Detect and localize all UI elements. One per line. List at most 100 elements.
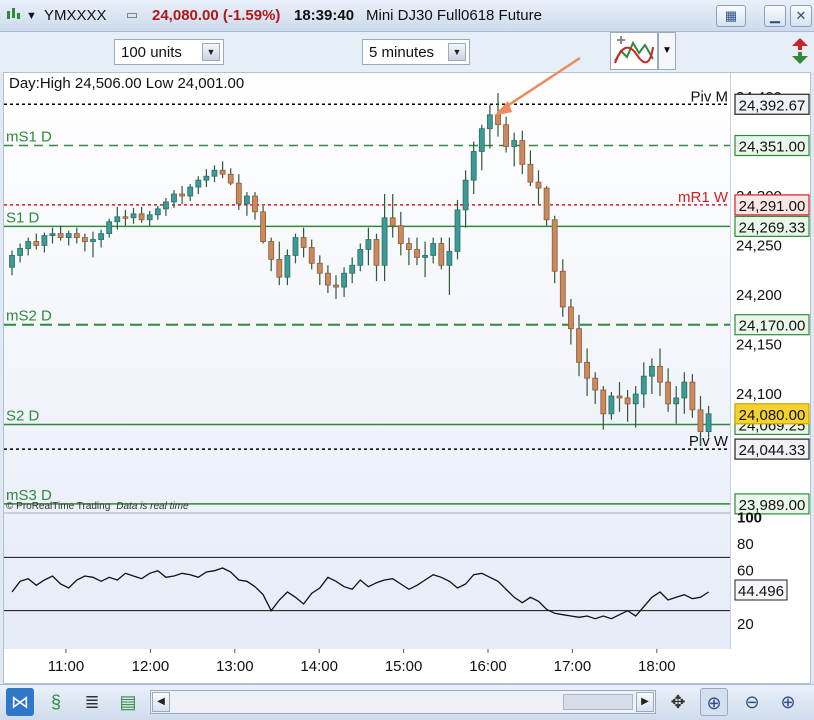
candle — [430, 237, 437, 264]
candle — [543, 186, 550, 226]
candle — [146, 210, 153, 226]
candle — [503, 116, 510, 153]
layers-icon[interactable]: ▤ — [114, 688, 142, 716]
candle — [300, 227, 307, 258]
share-icon[interactable]: ⋈ — [6, 688, 34, 716]
level-price-tag: 24,392.67 — [734, 93, 810, 115]
level-price-tag: 24,291.00 — [734, 194, 810, 216]
level-left-label: mS2 D — [6, 308, 52, 325]
candle — [341, 267, 348, 297]
level-left-label: mS1 D — [6, 129, 52, 146]
candle — [405, 237, 412, 266]
level-right-label: mR1 W — [678, 189, 729, 206]
candle — [600, 386, 607, 430]
y-tick-label: 24,200 — [736, 287, 782, 304]
scroll-right-arrow[interactable]: ▶ — [636, 692, 654, 712]
candle — [211, 165, 218, 183]
price-tags: 24,392.67 24,351.00 24,291.00 24,269.33 24,1… — [734, 93, 810, 515]
x-tick-label: 12:00 — [132, 658, 170, 675]
x-tick-label: 16:00 — [469, 658, 507, 675]
y-tick-label: 24,150 — [736, 337, 782, 354]
candle — [640, 362, 647, 408]
candle — [624, 390, 631, 422]
candle — [584, 348, 590, 396]
x-tick-label: 13:00 — [216, 658, 254, 675]
candle — [308, 239, 315, 270]
candle — [90, 231, 96, 258]
candle — [381, 194, 388, 282]
candle — [195, 176, 202, 195]
candle — [82, 233, 88, 252]
candle — [535, 170, 542, 204]
candle — [559, 259, 566, 317]
candle — [252, 192, 258, 220]
x-tick-label: 15:00 — [385, 658, 423, 675]
candle — [25, 237, 32, 256]
candle — [9, 250, 15, 276]
svg-text:24,044.33: 24,044.33 — [739, 442, 806, 459]
pivot-levels: Piv MmS1 DmR1 WS1 DmS2 DS2 DPiv WmS3 D — [4, 88, 730, 505]
x-tick-label: 11:00 — [48, 658, 84, 675]
candle — [203, 169, 210, 188]
candle — [122, 209, 129, 226]
time-scrollbar[interactable]: ◀ ▶ — [150, 690, 656, 714]
candle — [227, 168, 234, 186]
scroll-left-arrow[interactable]: ◀ — [152, 692, 170, 712]
candle — [187, 184, 194, 201]
svg-text:24,351.00: 24,351.00 — [739, 139, 806, 156]
candle — [511, 132, 518, 167]
candle — [98, 229, 104, 248]
candle — [470, 141, 477, 195]
bottom-toolbar: ⋈ § ≣ ▤ ◀ ▶ ✥ ⊕ ⊖ ⊕ — [0, 684, 814, 720]
candle — [462, 170, 469, 228]
candle — [154, 205, 161, 220]
candle — [632, 386, 639, 428]
price-chart[interactable]: Piv MmS1 DmR1 WS1 DmS2 DS2 DPiv WmS3 D 2… — [0, 0, 814, 720]
level-price-tag: 24,351.00 — [734, 134, 810, 157]
svg-text:24,170.00: 24,170.00 — [739, 318, 806, 335]
scroll-thumb[interactable] — [563, 694, 633, 710]
candle — [665, 368, 671, 412]
indicator-tick-label: 80 — [737, 536, 754, 553]
candle — [673, 386, 680, 424]
level-left-label: S2 D — [6, 407, 40, 424]
y-tick-label: 24,100 — [736, 386, 782, 403]
svg-text:44.496: 44.496 — [738, 583, 784, 600]
level-right-label: Piv M — [691, 88, 729, 105]
candle — [333, 275, 339, 299]
candle — [414, 237, 420, 266]
candle — [243, 192, 250, 216]
watermark: © ProRealTime Trading Data is real time — [6, 501, 189, 512]
candle — [657, 348, 663, 396]
candle — [527, 150, 534, 187]
zoom-in-icon[interactable]: ⊕ — [774, 688, 802, 716]
indicator-tick-label: 100 — [737, 509, 762, 526]
candle — [219, 161, 226, 179]
svg-text:24,080.00: 24,080.00 — [739, 407, 806, 424]
candle — [17, 243, 24, 263]
drawing-tools-icon[interactable]: § — [42, 688, 70, 716]
candle — [130, 207, 137, 224]
candle — [649, 358, 655, 394]
candle — [284, 249, 291, 286]
time-axis: 11:00 12:00 13:00 14:00 15:00 16:00 17:00 18:00 — [48, 649, 676, 675]
candle — [568, 298, 574, 345]
candle — [49, 227, 56, 244]
y-tick-label: 24,250 — [736, 238, 782, 255]
level-price-tag: 24,044.33 — [734, 438, 810, 460]
candle — [616, 382, 623, 412]
candle — [276, 241, 283, 286]
candle — [349, 257, 356, 284]
candle — [365, 227, 372, 266]
pan-tool-icon[interactable]: ✥ — [664, 688, 692, 716]
list-icon[interactable]: ≣ — [78, 688, 106, 716]
candle — [65, 230, 72, 246]
zoom-out-icon[interactable]: ⊖ — [738, 688, 766, 716]
candle — [324, 265, 331, 294]
level-left-label: S1 D — [6, 209, 40, 226]
candle — [446, 237, 453, 295]
zoom-fit-icon[interactable]: ⊕ — [700, 688, 728, 716]
candle — [260, 205, 267, 244]
candle — [478, 124, 485, 171]
indicator-tick-label: 60 — [737, 563, 754, 580]
